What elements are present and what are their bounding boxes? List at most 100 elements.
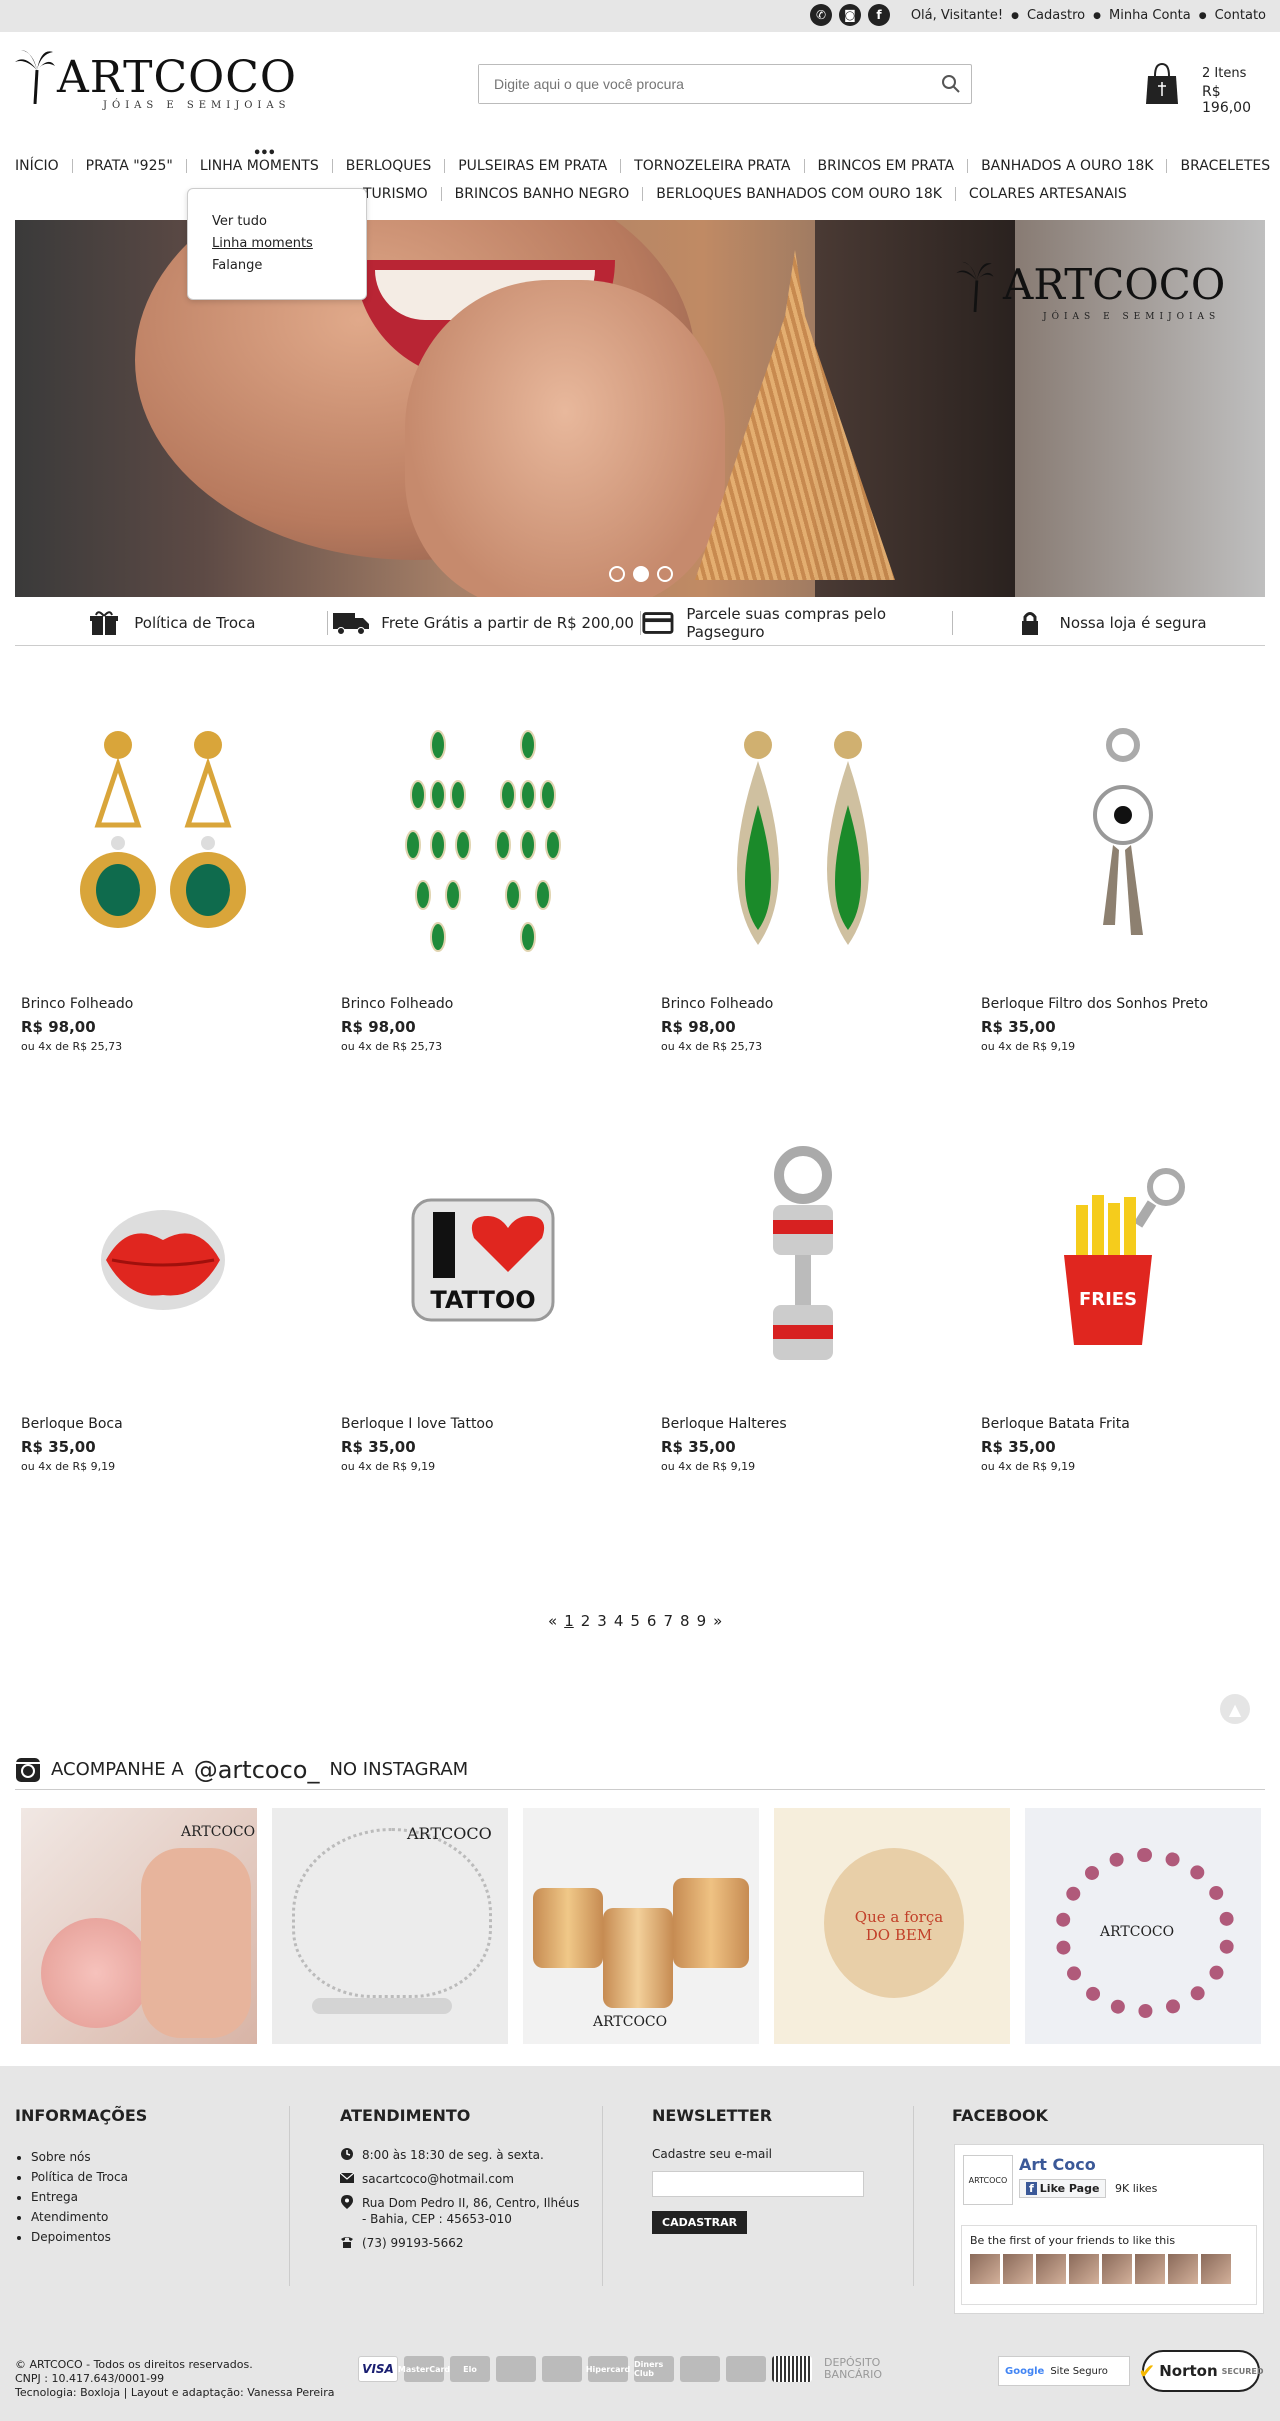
nav-item-prata-925[interactable]: PRATA "925" bbox=[73, 159, 187, 173]
instagram-photo[interactable]: ARTCOCO bbox=[523, 1808, 759, 2044]
dropdown-item-ver-tudo[interactable]: Ver tudo bbox=[212, 211, 342, 233]
site-seguro-seal[interactable]: Google Site Seguro bbox=[998, 2356, 1130, 2386]
benefit-secure[interactable]: Nossa loja é segura bbox=[953, 611, 1265, 635]
pagination-page[interactable]: 4 bbox=[614, 1612, 624, 1630]
product-name[interactable]: Berloque I love Tattoo bbox=[341, 1416, 494, 1432]
nav-item-linha-moments[interactable]: LINHA MOMENTS bbox=[187, 159, 333, 173]
search-icon[interactable] bbox=[941, 74, 961, 94]
product-card[interactable]: Brinco Folheado R$ 98,00 ou 4x de R$ 25,… bbox=[15, 690, 311, 1070]
product-card[interactable]: Brinco Folheado R$ 98,00 ou 4x de R$ 25,… bbox=[655, 690, 951, 1070]
nav-item-braceletes[interactable]: BRACELETES bbox=[1167, 159, 1280, 173]
product-card[interactable]: FRIES Berloque Batata Frita R$ 35,00 ou … bbox=[975, 1110, 1271, 1490]
instagram-photo[interactable]: Que a força DO BEM bbox=[774, 1808, 1010, 2044]
instagram-icon[interactable]: ◙ bbox=[839, 4, 861, 26]
back-to-top-button[interactable]: ▲ bbox=[1220, 1694, 1250, 1724]
footer-phone[interactable]: (73) 99193-5662 bbox=[362, 2235, 464, 2251]
cart-widget[interactable]: 2 Itens R$ 196,00 bbox=[1144, 58, 1274, 116]
nav-item-berloques-ouro[interactable]: BERLOQUES BANHADOS COM OURO 18K bbox=[643, 187, 956, 201]
avatar[interactable] bbox=[1036, 2254, 1066, 2284]
pagination-page[interactable]: 9 bbox=[697, 1612, 707, 1630]
avatar[interactable] bbox=[1069, 2254, 1099, 2284]
my-account-link[interactable]: Minha Conta bbox=[1109, 8, 1191, 23]
norton-seal[interactable]: ✔ Norton SECURED bbox=[1138, 2350, 1264, 2392]
newsletter-submit-button[interactable]: CADASTRAR bbox=[652, 2211, 748, 2234]
product-image[interactable] bbox=[15, 690, 311, 990]
instagram-photo[interactable]: ARTCOCO bbox=[1025, 1808, 1261, 2044]
product-name[interactable]: Berloque Halteres bbox=[661, 1416, 787, 1432]
newsletter-email-input[interactable] bbox=[652, 2171, 864, 2197]
product-image[interactable] bbox=[655, 690, 951, 990]
instagram-photo[interactable]: ARTCOCO bbox=[21, 1808, 257, 2044]
pagination-page[interactable]: 6 bbox=[647, 1612, 657, 1630]
facebook-like-button[interactable]: f Like Page bbox=[1019, 2179, 1107, 2198]
product-card[interactable]: Berloque Filtro dos Sonhos Preto R$ 35,0… bbox=[975, 690, 1271, 1070]
slider-dot-2[interactable] bbox=[633, 566, 649, 582]
pagination-page-current[interactable]: 1 bbox=[564, 1612, 574, 1630]
benefit-installments[interactable]: Parcele suas compras pelo Pagseguro bbox=[641, 605, 954, 641]
slider-dot-3[interactable] bbox=[657, 566, 673, 582]
product-image[interactable] bbox=[15, 1110, 311, 1410]
pagination-page[interactable]: 5 bbox=[630, 1612, 640, 1630]
product-card[interactable]: Berloque Boca R$ 35,00 ou 4x de R$ 9,19 bbox=[15, 1110, 311, 1490]
product-name[interactable]: Brinco Folheado bbox=[21, 996, 133, 1012]
pagination-page[interactable]: 7 bbox=[663, 1612, 673, 1630]
nav-item-berloques[interactable]: BERLOQUES bbox=[333, 159, 446, 173]
footer-link-delivery[interactable]: Entrega bbox=[31, 2187, 147, 2207]
nav-item-banhados-ouro[interactable]: BANHADOS A OURO 18K bbox=[968, 159, 1168, 173]
product-card[interactable]: Brinco Folheado R$ 98,00 ou 4x de R$ 25,… bbox=[335, 690, 631, 1070]
product-image[interactable] bbox=[975, 690, 1271, 990]
facebook-page-avatar[interactable]: ARTCOCO bbox=[963, 2155, 1013, 2205]
nav-item-pulseiras[interactable]: PULSEIRAS EM PRATA bbox=[445, 159, 622, 173]
dropdown-item-falange[interactable]: Falange bbox=[212, 255, 342, 277]
nav-item-inicio[interactable]: INÍCIO bbox=[2, 159, 73, 173]
instagram-photo[interactable]: ARTCOCO bbox=[272, 1808, 508, 2044]
pagination-prev[interactable]: « bbox=[548, 1612, 557, 1630]
nav-item-brincos-negro[interactable]: BRINCOS BANHO NEGRO bbox=[442, 187, 644, 201]
avatar[interactable] bbox=[1168, 2254, 1198, 2284]
instagram-icon[interactable] bbox=[15, 1757, 41, 1783]
product-image[interactable]: FRIES bbox=[975, 1110, 1271, 1410]
nav-item-brincos-prata[interactable]: BRINCOS EM PRATA bbox=[805, 159, 969, 173]
facebook-icon[interactable]: f bbox=[868, 4, 890, 26]
search-input[interactable] bbox=[479, 65, 919, 103]
product-image[interactable]: TATTOO bbox=[335, 1110, 631, 1410]
signup-link[interactable]: Cadastro bbox=[1027, 8, 1085, 23]
product-image[interactable] bbox=[335, 690, 631, 990]
contact-link[interactable]: Contato bbox=[1215, 8, 1266, 23]
whatsapp-icon[interactable]: ✆ bbox=[810, 4, 832, 26]
benefit-exchange[interactable]: Política de Troca bbox=[15, 610, 328, 635]
avatar[interactable] bbox=[1102, 2254, 1132, 2284]
product-name[interactable]: Brinco Folheado bbox=[341, 996, 453, 1012]
nav-item-colares[interactable]: COLARES ARTESANAIS bbox=[956, 187, 1140, 201]
product-card[interactable]: TATTOO Berloque I love Tattoo R$ 35,00 o… bbox=[335, 1110, 631, 1490]
pagination-next[interactable]: » bbox=[713, 1612, 722, 1630]
dropdown-item-linha-moments[interactable]: Linha moments bbox=[212, 233, 342, 255]
avatar[interactable] bbox=[970, 2254, 1000, 2284]
footer-newsletter-column: NEWSLETTER Cadastre seu e-mail CADASTRAR bbox=[652, 2106, 864, 2234]
nav-item-tornozeleira[interactable]: TORNOZELEIRA PRATA bbox=[621, 159, 805, 173]
separator-dot: ● bbox=[1093, 10, 1101, 21]
slider-dot-1[interactable] bbox=[609, 566, 625, 582]
pagination-page[interactable]: 8 bbox=[680, 1612, 690, 1630]
product-name[interactable]: Brinco Folheado bbox=[661, 996, 773, 1012]
footer-email[interactable]: sacartcoco@hotmail.com bbox=[362, 2171, 514, 2187]
product-card[interactable]: Berloque Halteres R$ 35,00 ou 4x de R$ 9… bbox=[655, 1110, 951, 1490]
site-logo[interactable]: ARTCOCO JÓIAS E SEMIJOIAS bbox=[15, 48, 325, 118]
product-name[interactable]: Berloque Batata Frita bbox=[981, 1416, 1130, 1432]
product-name[interactable]: Berloque Filtro dos Sonhos Preto bbox=[981, 996, 1208, 1012]
footer-link-support[interactable]: Atendimento bbox=[31, 2207, 147, 2227]
avatar[interactable] bbox=[1003, 2254, 1033, 2284]
facebook-page-name[interactable]: Art Coco bbox=[1019, 2155, 1096, 2174]
pagination-page[interactable]: 3 bbox=[597, 1612, 607, 1630]
instagram-handle[interactable]: @artcoco_ bbox=[194, 1756, 320, 1784]
pagination-page[interactable]: 2 bbox=[581, 1612, 591, 1630]
product-name[interactable]: Berloque Boca bbox=[21, 1416, 123, 1432]
product-image[interactable] bbox=[655, 1110, 951, 1410]
slider-dots bbox=[609, 566, 673, 582]
avatar[interactable] bbox=[1135, 2254, 1165, 2284]
footer-link-exchange[interactable]: Política de Troca bbox=[31, 2167, 147, 2187]
footer-link-about[interactable]: Sobre nós bbox=[31, 2147, 147, 2167]
footer-link-testimonials[interactable]: Depoimentos bbox=[31, 2227, 147, 2247]
avatar[interactable] bbox=[1201, 2254, 1231, 2284]
benefit-free-shipping[interactable]: Frete Grátis a partir de R$ 200,00 bbox=[328, 610, 641, 635]
